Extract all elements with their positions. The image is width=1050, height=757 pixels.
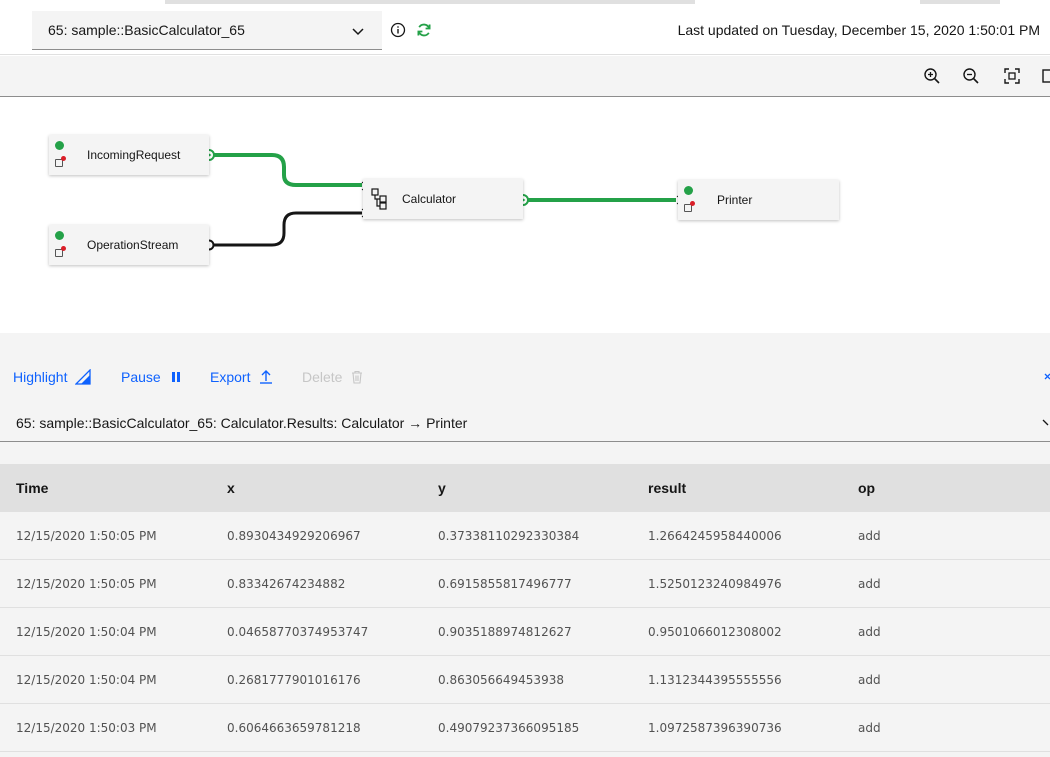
- table-row: 12/15/2020 1:50:05 PM 0.83342674234882 0…: [0, 560, 1050, 608]
- column-header[interactable]: x: [211, 480, 422, 496]
- graph-toolbar: [0, 56, 1050, 97]
- chevron-down-icon: [352, 28, 364, 36]
- export-icon: [260, 370, 273, 384]
- job-select[interactable]: 65: sample::BasicCalculator_65: [32, 11, 382, 50]
- column-header[interactable]: y: [422, 480, 632, 496]
- highlight-label: Highlight: [13, 369, 68, 385]
- table-row: 12/15/2020 1:50:05 PM 0.8930434929206967…: [0, 512, 1050, 560]
- cell-y: 0.9035188974812627: [438, 624, 572, 639]
- node-incoming-request[interactable]: IncomingRequest: [49, 135, 209, 175]
- healthy-check-icon: [684, 186, 693, 195]
- cell-op: add: [858, 528, 881, 543]
- cell-y: 0.863056649453938: [438, 672, 564, 687]
- info-icon[interactable]: [390, 22, 406, 38]
- healthy-check-icon: [55, 231, 64, 240]
- tab-strip-segment: [920, 0, 1000, 4]
- cell-x: 0.2681777901016176: [227, 672, 361, 687]
- column-header[interactable]: op: [842, 480, 1050, 496]
- healthy-check-icon: [55, 141, 64, 150]
- table-row: 12/15/2020 1:50:03 PM 0.6064663659781218…: [0, 704, 1050, 752]
- pause-button[interactable]: Pause: [121, 369, 183, 385]
- node-calculator[interactable]: Calculator: [363, 179, 523, 219]
- pe-status-icon: [55, 246, 66, 257]
- cell-time: 12/15/2020 1:50:04 PM: [16, 624, 157, 639]
- stream-select[interactable]: 65: sample::BasicCalculator_65: Calculat…: [0, 405, 1050, 442]
- data-panel: Highlight Pause Export Delete 65: sample…: [0, 333, 1050, 757]
- table-row: 12/15/2020 1:50:04 PM 0.0465877037495374…: [0, 608, 1050, 656]
- panel-icon[interactable]: [1042, 67, 1050, 85]
- column-header[interactable]: result: [632, 480, 842, 496]
- cell-y: 0.6915855817496777: [438, 576, 572, 591]
- cell-y: 0.37338110292330384: [438, 528, 580, 543]
- cell-x: 0.8930434929206967: [227, 528, 361, 543]
- cell-time: 12/15/2020 1:50:05 PM: [16, 528, 157, 543]
- pause-label: Pause: [121, 369, 161, 385]
- node-label: OperationStream: [87, 238, 179, 252]
- table-row: 12/15/2020 1:50:04 PM 0.2681777901016176…: [0, 656, 1050, 704]
- cell-op: add: [858, 720, 881, 735]
- fit-to-screen-icon[interactable]: [1003, 67, 1021, 85]
- close-icon[interactable]: [1044, 373, 1050, 383]
- delete-button[interactable]: Delete: [302, 369, 364, 385]
- last-updated-text: Last updated on Tuesday, December 15, 20…: [677, 22, 1040, 38]
- cell-op: add: [858, 624, 881, 639]
- highlight-button[interactable]: Highlight: [13, 369, 92, 385]
- chevron-down-icon: [1042, 419, 1049, 426]
- highlight-icon: [75, 369, 92, 385]
- cell-result: 1.2664245958440006: [648, 528, 782, 543]
- cell-time: 12/15/2020 1:50:03 PM: [16, 720, 157, 735]
- job-header: 65: sample::BasicCalculator_65 Last upda…: [0, 5, 1050, 55]
- cell-time: 12/15/2020 1:50:04 PM: [16, 672, 157, 687]
- pe-status-icon: [55, 156, 66, 167]
- streams-graph[interactable]: IncomingRequest OperationStream Calculat…: [0, 97, 1050, 333]
- cell-result: 1.5250123240984976: [648, 576, 782, 591]
- cell-result: 1.1312344395555556: [648, 672, 782, 687]
- cell-op: add: [858, 576, 881, 591]
- cell-y: 0.49079237366095185: [438, 720, 580, 735]
- tab-strip-segment: [165, 0, 695, 4]
- tuple-table: Time x y result op 12/15/2020 1:50:05 PM…: [0, 464, 1050, 752]
- node-printer[interactable]: Printer: [678, 180, 839, 220]
- refresh-icon[interactable]: [416, 22, 432, 38]
- job-select-value: 65: sample::BasicCalculator_65: [48, 22, 245, 38]
- cell-x: 0.04658770374953747: [227, 624, 369, 639]
- cell-result: 0.9501066012308002: [648, 624, 782, 639]
- zoom-out-icon[interactable]: [962, 67, 980, 85]
- node-label: IncomingRequest: [87, 148, 181, 162]
- edge-incoming-calculator: [210, 153, 362, 187]
- column-header[interactable]: Time: [0, 480, 211, 496]
- composite-operator-icon: [371, 188, 387, 210]
- trash-icon: [352, 370, 363, 384]
- delete-label: Delete: [302, 369, 343, 385]
- node-label: Calculator: [402, 192, 457, 206]
- export-label: Export: [210, 369, 251, 385]
- pe-status-icon: [684, 201, 695, 212]
- action-bar: Highlight Pause Export Delete: [0, 363, 1050, 393]
- graph-edges: [203, 149, 683, 251]
- pause-icon: [171, 372, 180, 382]
- zoom-in-icon[interactable]: [923, 67, 941, 85]
- edge-operation-calculator: [210, 211, 362, 247]
- cell-x: 0.6064663659781218: [227, 720, 361, 735]
- cell-result: 1.0972587396390736: [648, 720, 782, 735]
- cell-x: 0.83342674234882: [227, 576, 346, 591]
- node-label: Printer: [717, 193, 753, 207]
- stream-select-value: 65: sample::BasicCalculator_65: Calculat…: [16, 415, 468, 431]
- export-button[interactable]: Export: [210, 369, 274, 385]
- cell-time: 12/15/2020 1:50:05 PM: [16, 576, 157, 591]
- table-header: Time x y result op: [0, 464, 1050, 512]
- node-operation-stream[interactable]: OperationStream: [49, 225, 209, 265]
- cell-op: add: [858, 672, 881, 687]
